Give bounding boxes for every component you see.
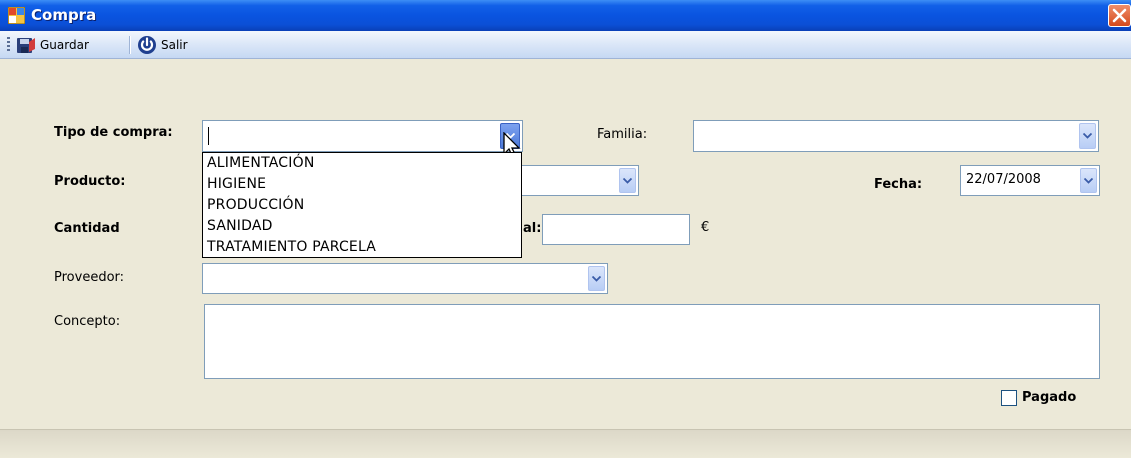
concepto-label: Concepto: (54, 314, 121, 329)
producto-dropdown-button[interactable] (619, 168, 636, 193)
fecha-label: Fecha: (874, 177, 923, 192)
option-item[interactable]: ALIMENTACIÓN (207, 153, 521, 174)
currency-symbol: € (701, 220, 710, 235)
chevron-down-icon (1083, 133, 1092, 139)
window-title: Compra (31, 6, 97, 24)
proveedor-combo[interactable] (202, 263, 608, 294)
tipo-compra-options-list[interactable]: ALIMENTACIÓN HIGIENE PRODUCCIÓN SANIDAD … (202, 152, 522, 258)
familia-combo[interactable] (693, 120, 1099, 152)
fecha-dropdown-button[interactable] (1080, 168, 1097, 193)
option-item[interactable]: TRATAMIENTO PARCELA (207, 237, 521, 258)
producto-label: Producto: (54, 174, 126, 189)
proveedor-dropdown-button[interactable] (588, 266, 605, 291)
chevron-down-icon (1084, 177, 1093, 184)
exit-label: Salir (161, 38, 188, 52)
familia-dropdown-button[interactable] (1079, 123, 1096, 149)
toolbar-separator (129, 36, 131, 54)
close-button[interactable] (1108, 4, 1131, 27)
chevron-down-icon (623, 177, 632, 184)
option-item[interactable]: PRODUCCIÓN (207, 195, 521, 216)
total-label: al: (523, 221, 542, 236)
fecha-value: 22/07/2008 (966, 172, 1041, 187)
tipo-compra-combo[interactable] (202, 120, 523, 152)
save-label: Guardar (40, 38, 89, 52)
close-icon (1112, 8, 1127, 23)
power-icon (138, 36, 156, 54)
exit-button[interactable]: Salir (137, 35, 188, 55)
producto-combo[interactable] (518, 165, 639, 196)
fecha-datepicker[interactable]: 22/07/2008 (960, 165, 1100, 196)
pagado-label: Pagado (1022, 390, 1077, 405)
tipo-compra-label: Tipo de compra: (54, 125, 173, 140)
save-icon (17, 38, 35, 53)
option-item[interactable]: HIGIENE (207, 174, 521, 195)
window-icon (8, 7, 25, 24)
proveedor-label: Proveedor: (54, 270, 125, 285)
cantidad-label: Cantidad (54, 221, 120, 236)
pagado-checkbox[interactable] (1001, 390, 1017, 406)
toolbar-grip[interactable] (7, 37, 10, 53)
familia-label: Familia: (597, 127, 648, 142)
status-bar (0, 429, 1131, 458)
title-bar[interactable] (0, 0, 1131, 31)
concepto-textarea[interactable] (204, 304, 1100, 379)
chevron-down-icon (592, 275, 601, 282)
save-button[interactable]: Guardar (16, 35, 89, 55)
total-input[interactable] (542, 214, 690, 245)
option-item[interactable]: SANIDAD (207, 216, 521, 237)
text-caret (208, 127, 209, 145)
